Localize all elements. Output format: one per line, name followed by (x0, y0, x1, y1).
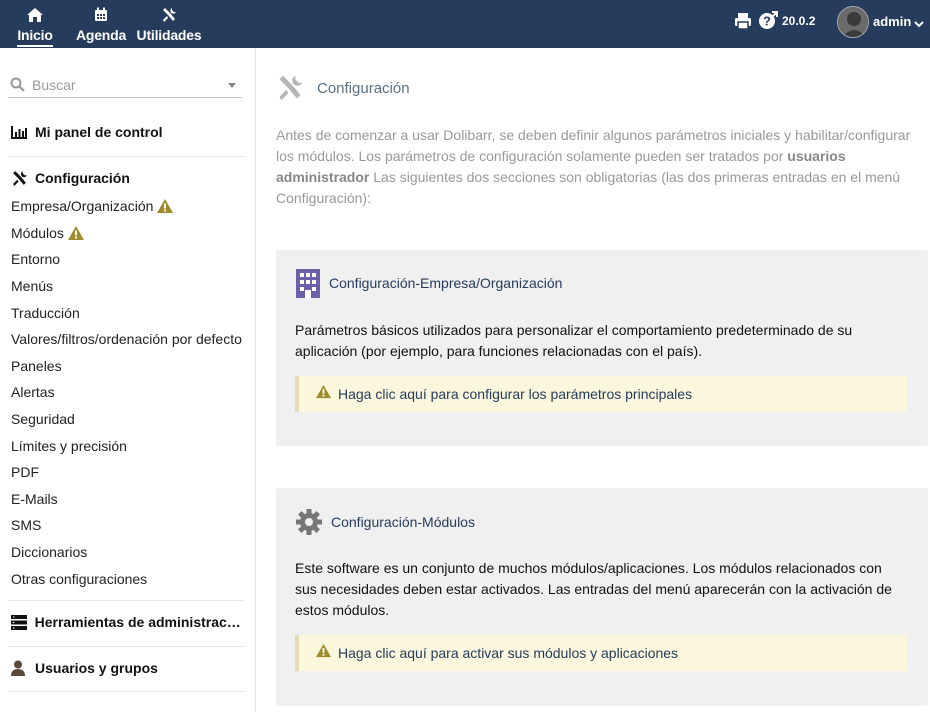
sidebar-item-label: Paneles (11, 358, 62, 374)
sidebar-item-translation[interactable]: Traducción (11, 305, 80, 321)
sidebar-item-widgets[interactable]: Paneles (11, 358, 62, 374)
sidebar-item-limits[interactable]: Límites y precisión (11, 438, 127, 454)
nav-agenda-label: Agenda (75, 27, 127, 43)
modules-setup-link[interactable]: Configuración-Módulos (331, 514, 475, 530)
search-input[interactable] (32, 74, 222, 96)
sidebar-item-sms[interactable]: SMS (11, 517, 41, 533)
warning-icon (156, 198, 174, 214)
username[interactable]: admin (873, 14, 911, 29)
configure-main-parameters-link[interactable]: Haga clic aquí para configurar los parám… (338, 386, 692, 402)
sidebar-item-label: SMS (11, 517, 42, 533)
sidebar-item-environment[interactable]: Entorno (11, 251, 60, 267)
nav-utilities-label: Utilidades (136, 27, 202, 43)
sidebar-item-label: Alertas (11, 384, 55, 400)
warning-icon (67, 225, 85, 241)
calendar-icon (94, 6, 108, 23)
sidebar-item-label: Diccionarios (11, 544, 88, 560)
company-setup-callout: Haga clic aquí para configurar los parám… (295, 376, 907, 412)
divider (8, 600, 244, 601)
sidebar: Mi panel de control Configuración Empres… (0, 48, 256, 712)
version-label: 20.0.2 (782, 14, 816, 28)
sidebar-item-label: Menús (11, 278, 54, 294)
card-header: Configuración-Módulos (295, 508, 475, 536)
sidebar-item-dictionaries[interactable]: Diccionarios (11, 544, 87, 560)
chart-icon (11, 124, 29, 140)
help-icon[interactable]: ? (758, 11, 778, 31)
svg-text:?: ? (763, 14, 771, 29)
divider (8, 691, 244, 692)
user-icon (11, 660, 29, 676)
intro-text: Antes de comenzar a usar Dolibarr, se de… (276, 125, 916, 209)
gear-icon (295, 508, 323, 536)
sidebar-configuration[interactable]: Configuración (11, 170, 243, 186)
sidebar-item-company[interactable]: Empresa/Organización (11, 198, 174, 214)
sidebar-item-other-setup[interactable]: Otras configuraciones (11, 571, 147, 587)
company-setup-link[interactable]: Configuración-Empresa/Organización (329, 275, 562, 291)
sidebar-item-label: Módulos (11, 225, 64, 241)
sidebar-dashboard-label: Mi panel de control (35, 124, 163, 140)
sidebar-item-label: E-Mails (11, 491, 58, 507)
building-icon (295, 268, 321, 298)
sidebar-item-label: Límites y precisión (11, 438, 127, 454)
tools-icon (161, 6, 177, 23)
company-setup-card: Configuración-Empresa/Organización Parám… (276, 250, 928, 446)
divider (8, 156, 244, 157)
intro-text-end: Las siguientes dos secciones son obligat… (276, 169, 901, 206)
sidebar-configuration-label: Configuración (35, 170, 130, 186)
sidebar-item-label: Otras configuraciones (11, 571, 148, 587)
nav-agenda[interactable]: Agenda (76, 0, 126, 43)
sidebar-dashboard[interactable]: Mi panel de control (11, 124, 243, 140)
sidebar-users-groups[interactable]: Usuarios y grupos (11, 660, 243, 676)
search-dropdown-caret-icon[interactable] (228, 83, 236, 88)
sidebar-item-emails[interactable]: E-Mails (11, 491, 58, 507)
sidebar-admin-tools[interactable]: Herramientas de administración (11, 614, 243, 630)
sidebar-item-label: PDF (11, 464, 39, 480)
sidebar-item-label: Entorno (11, 251, 61, 267)
chevron-down-icon[interactable] (914, 16, 924, 28)
sidebar-item-defaults[interactable]: Valores/filtros/ordenación por defecto (11, 331, 243, 347)
card-header: Configuración-Empresa/Organización (295, 268, 562, 298)
sidebar-users-groups-label: Usuarios y grupos (35, 660, 158, 676)
modules-setup-card: Configuración-Módulos Este software es u… (276, 488, 928, 706)
tools-icon (11, 170, 29, 186)
sidebar-item-label: Traducción (11, 305, 80, 321)
main-content: Configuración Antes de comenzar a usar D… (257, 48, 930, 712)
sidebar-item-alerts[interactable]: Alertas (11, 384, 55, 400)
server-icon (11, 614, 29, 630)
warning-icon (315, 643, 332, 663)
sidebar-item-security[interactable]: Seguridad (11, 411, 75, 427)
search-box (8, 74, 242, 98)
nav-utilities[interactable]: Utilidades (136, 0, 202, 43)
nav-home-label: Inicio (17, 27, 53, 47)
sidebar-item-pdf[interactable]: PDF (11, 464, 39, 480)
sidebar-item-label: Seguridad (11, 411, 75, 427)
nav-home[interactable]: Inicio (15, 0, 55, 47)
page-title: Configuración (317, 80, 410, 97)
modules-setup-callout: Haga clic aquí para activar sus módulos … (295, 635, 907, 671)
tools-icon (276, 74, 304, 102)
avatar[interactable] (837, 6, 869, 38)
activate-modules-link[interactable]: Haga clic aquí para activar sus módulos … (338, 645, 678, 661)
search-icon (10, 77, 25, 92)
print-icon[interactable] (734, 12, 752, 30)
sidebar-item-modules[interactable]: Módulos (11, 225, 85, 241)
sidebar-item-label: Valores/filtros/ordenación por defecto (11, 331, 242, 347)
sidebar-item-menus[interactable]: Menús (11, 278, 53, 294)
warning-icon (315, 384, 332, 404)
divider (8, 646, 244, 647)
sidebar-admin-tools-label: Herramientas de administración (34, 614, 243, 630)
company-setup-description: Parámetros básicos utilizados para perso… (295, 322, 853, 359)
sidebar-item-label: Empresa/Organización (11, 198, 154, 214)
top-bar: Inicio Agenda Utilidades ? 20.0.2 admin (0, 0, 930, 48)
home-icon (26, 6, 44, 23)
modules-setup-description: Este software es un conjunto de muchos m… (295, 560, 892, 618)
